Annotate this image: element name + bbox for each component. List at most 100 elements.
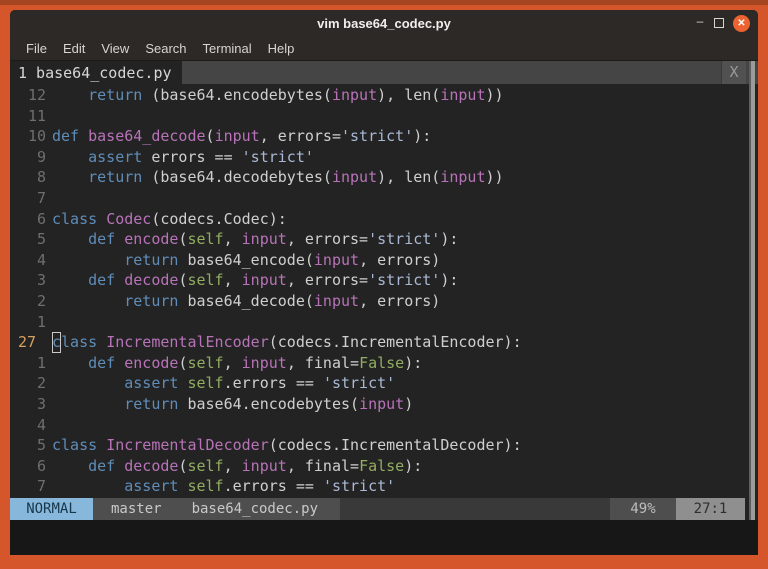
code-token-id: , final= (287, 353, 359, 374)
code-line[interactable]: 7 (10, 188, 758, 209)
line-number: 12 (18, 85, 46, 106)
menu-item-file[interactable]: File (18, 39, 55, 58)
code-token-id (97, 435, 106, 456)
code-token-kw: assert (124, 373, 178, 394)
statusbar-spacer (340, 498, 610, 520)
code-token-id: ): (440, 229, 458, 250)
code-line[interactable]: 11 (10, 106, 758, 127)
scrollbar[interactable] (749, 61, 755, 520)
code-token-kw: return (88, 167, 142, 188)
code-line[interactable]: 6 def decode(self, input, final=False): (10, 456, 758, 477)
menu-item-help[interactable]: Help (260, 39, 303, 58)
close-button[interactable]: ✕ (733, 15, 750, 32)
code-line[interactable]: 7 assert self.errors == 'strict' (10, 476, 758, 497)
code-line[interactable]: 1 def encode(self, input, final=False): (10, 353, 758, 374)
code-token-fn: base64_decode (88, 126, 205, 147)
code-line[interactable]: 3 return base64.encodebytes(input) (10, 394, 758, 415)
code-token-fn: input (440, 85, 485, 106)
code-token-str: 'strict' (323, 476, 395, 497)
code-token-id: )) (486, 85, 504, 106)
scroll-percent-label: 49% (610, 498, 676, 520)
menu-item-edit[interactable]: Edit (55, 39, 93, 58)
code-token-id (52, 85, 88, 106)
code-token-kw: class (52, 209, 97, 230)
code-token-fn: input (332, 85, 377, 106)
code-token-id (52, 476, 124, 497)
code-token-fn: input (242, 229, 287, 250)
code-line[interactable]: 12 return (base64.encodebytes(input), le… (10, 85, 758, 106)
code-line[interactable]: 6class Codec(codecs.Codec): (10, 209, 758, 230)
code-token-fn: input (242, 270, 287, 291)
code-token-fn: input (314, 291, 359, 312)
line-number: 9 (18, 147, 46, 168)
code-token-fn: IncrementalDecoder (106, 435, 269, 456)
menu-item-search[interactable]: Search (137, 39, 194, 58)
tab-close-button[interactable]: X (721, 61, 746, 84)
titlebar[interactable]: vim base64_codec.py – ✕ (10, 10, 758, 36)
code-token-id: ): (404, 353, 422, 374)
terminal-content: 1 base64_codec.py X 12 return (base64.en… (10, 61, 758, 555)
code-line[interactable]: 2 assert self.errors == 'strict' (10, 373, 758, 394)
code-line[interactable]: 3 def decode(self, input, errors='strict… (10, 270, 758, 291)
code-line[interactable]: 1 (10, 312, 758, 333)
tab-active-buffer[interactable]: 1 base64_codec.py (10, 61, 182, 84)
code-token-grn: self (187, 229, 223, 250)
code-token-id: ), len( (377, 167, 440, 188)
code-line[interactable]: 8 return (base64.decodebytes(input), len… (10, 167, 758, 188)
code-token-grn: self (187, 373, 223, 394)
code-token-id (52, 394, 124, 415)
code-line[interactable]: 5 def encode(self, input, errors='strict… (10, 229, 758, 250)
code-token-grn: self (187, 270, 223, 291)
code-line-current[interactable]: 27class IncrementalEncoder(codecs.Increm… (10, 332, 758, 353)
menu-item-terminal[interactable]: Terminal (195, 39, 260, 58)
code-token-id (115, 229, 124, 250)
code-token-id: ( (206, 126, 215, 147)
code-token-id: , (224, 353, 242, 374)
line-number: 5 (18, 229, 46, 250)
window-frame-top-edge (0, 0, 768, 5)
git-branch-label: master (111, 498, 162, 520)
code-token-fn: decode (124, 456, 178, 477)
status-bar: NORMAL master base64_codec.py 49% 27:1 (10, 498, 745, 520)
code-token-kw: def (88, 270, 115, 291)
code-line[interactable]: 4 (10, 415, 758, 436)
code-area[interactable]: 12 return (base64.encodebytes(input), le… (10, 84, 758, 498)
code-token-kw: return (124, 250, 178, 271)
code-token-kw: return (124, 394, 178, 415)
vim-tabline: 1 base64_codec.py X (10, 61, 758, 84)
code-token-fn: input (440, 167, 485, 188)
line-number: 3 (18, 394, 46, 415)
line-number: 8 (18, 167, 46, 188)
code-line[interactable]: 9 assert errors == 'strict' (10, 147, 758, 168)
vim-mode-indicator: NORMAL (10, 498, 93, 520)
code-token-id (79, 126, 88, 147)
code-token-id: , errors) (359, 291, 440, 312)
line-number: 6 (18, 456, 46, 477)
code-token-id: ( (178, 353, 187, 374)
code-token-id: ( (178, 456, 187, 477)
code-token-grn: self (187, 353, 223, 374)
line-number: 7 (18, 476, 46, 497)
minimize-button[interactable]: – (695, 18, 705, 28)
line-number: 11 (18, 106, 46, 127)
code-line[interactable]: 5class IncrementalDecoder(codecs.Increme… (10, 435, 758, 456)
code-token-fn: input (242, 456, 287, 477)
code-token-kw: return (124, 291, 178, 312)
maximize-button[interactable] (714, 18, 724, 28)
code-token-id: (codecs.IncrementalEncoder): (269, 332, 522, 353)
file-info-segment: master base64_codec.py (93, 498, 340, 520)
menu-item-view[interactable]: View (93, 39, 137, 58)
code-token-id: , errors= (260, 126, 341, 147)
code-line[interactable]: 10def base64_decode(input, errors='stric… (10, 126, 758, 147)
code-token-fn: input (332, 167, 377, 188)
code-line[interactable]: 4 return base64_encode(input, errors) (10, 250, 758, 271)
code-token-id: , (224, 270, 242, 291)
code-token-fn: Codec (106, 209, 151, 230)
code-token-id: (codecs.Codec): (151, 209, 286, 230)
code-line[interactable]: 2 return base64_decode(input, errors) (10, 291, 758, 312)
line-number: 1 (18, 312, 46, 333)
filename-label: base64_codec.py (192, 498, 318, 520)
code-token-kw: def (88, 229, 115, 250)
line-number: 27 (18, 332, 46, 353)
code-token-kw: def (52, 126, 79, 147)
